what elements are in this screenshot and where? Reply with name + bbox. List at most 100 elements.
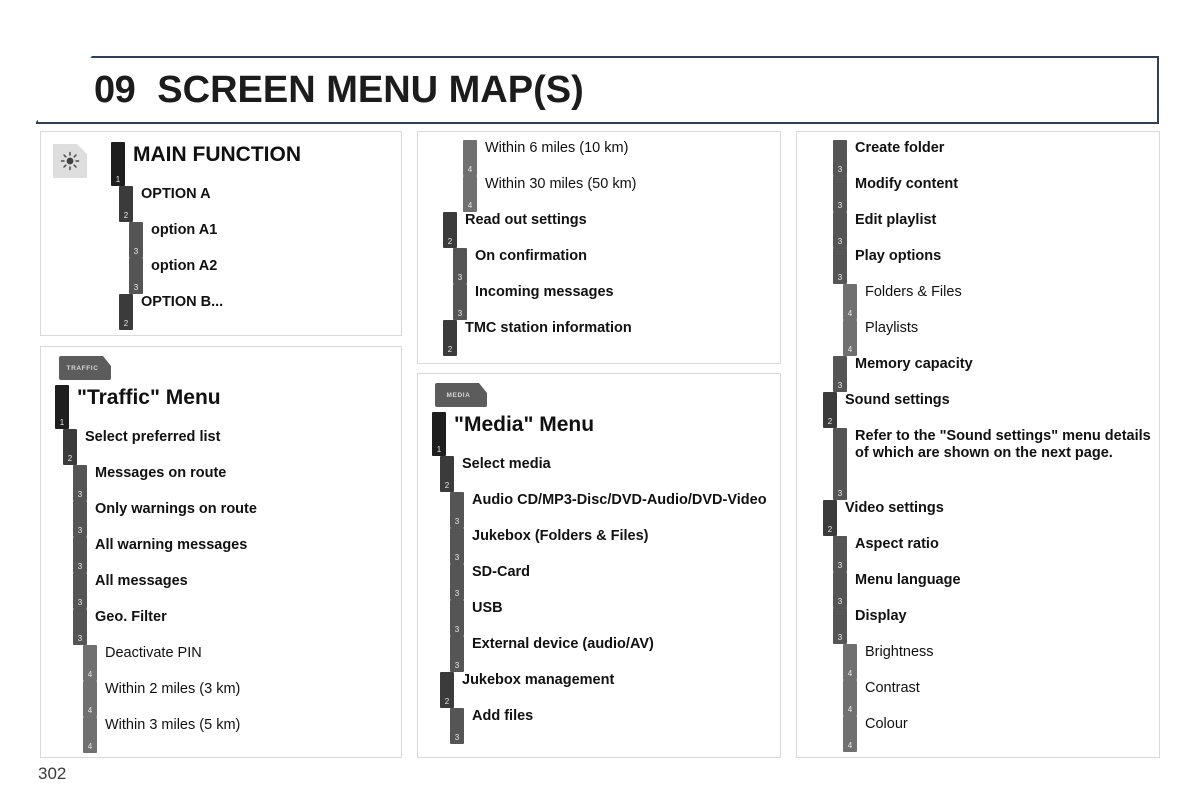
chapter-number: 09 — [94, 68, 136, 111]
manual-page: 09 SCREEN MENU MAP(S) 1 MAIN FUNCTION 2 … — [0, 0, 1200, 800]
level-number: 2 — [827, 525, 833, 534]
menu-item-label: Within 2 miles (3 km) — [105, 681, 241, 697]
level-indicator-bar: 3 — [833, 536, 847, 572]
menu-item-level-2: 2 Read out settings — [443, 212, 775, 248]
menu-item-level-3: 3 All messages — [73, 573, 395, 609]
level-number: 4 — [87, 670, 93, 679]
level-indicator-bar: 1 — [111, 142, 125, 186]
level-number: 3 — [77, 490, 83, 499]
menu-item-label: All warning messages — [95, 537, 248, 553]
level-indicator-bar: 3 — [73, 537, 87, 573]
level-number: 3 — [77, 526, 83, 535]
level-indicator-bar: 3 — [450, 600, 464, 636]
menu-item-level-3: 3 External device (audio/AV) — [450, 636, 778, 672]
level-number: 3 — [457, 273, 463, 282]
menu-item-label: Within 6 miles (10 km) — [485, 140, 629, 156]
menu-item-level-2: 2 Jukebox management — [440, 672, 778, 708]
menu-item-label: Video settings — [845, 500, 944, 516]
menu-item-level-3: 3 Incoming messages — [453, 284, 775, 320]
level-number: 3 — [77, 634, 83, 643]
level-number: 3 — [837, 165, 843, 174]
page-header: 09 SCREEN MENU MAP(S) — [36, 56, 1159, 124]
menu-item-label: Menu language — [855, 572, 961, 588]
level-number: 3 — [133, 283, 139, 292]
level-indicator-bar: 4 — [463, 140, 477, 176]
menu-item-level-3: 3 Menu language — [833, 572, 1159, 608]
menu-item-label: Display — [855, 608, 907, 624]
level-indicator-bar: 3 — [833, 176, 847, 212]
level-number: 3 — [454, 733, 460, 742]
menu-item-level-2: 2 OPTION A — [119, 186, 401, 222]
level-indicator-bar: 2 — [119, 294, 133, 330]
level-indicator-bar: 2 — [119, 186, 133, 222]
level-number: 3 — [454, 661, 460, 670]
level-indicator-bar: 3 — [833, 356, 847, 392]
menu-item-level-3: 3 USB — [450, 600, 778, 636]
menu-list-media-continued: 3 Create folder 3 Modify content 3 Edit playl… — [815, 140, 1159, 752]
menu-item-level-2: 2 Video settings — [823, 500, 1159, 536]
menu-list-media: 1 "Media" Menu 2 Select media 3 Audio CD/MP3-… — [432, 412, 778, 744]
menu-item-label: Folders & Files — [865, 284, 962, 300]
page-number: 302 — [38, 764, 67, 783]
level-number: 1 — [115, 175, 121, 184]
level-number: 3 — [837, 489, 843, 498]
level-indicator-bar: 3 — [73, 465, 87, 501]
menu-item-label: Play options — [855, 248, 942, 264]
level-number: 3 — [837, 381, 843, 390]
level-number: 3 — [837, 561, 843, 570]
level-number: 3 — [454, 625, 460, 634]
menu-item-label: Memory capacity — [855, 356, 973, 372]
menu-item-level-2: 2 TMC station information — [443, 320, 775, 356]
page-title: SCREEN MENU MAP(S) — [157, 68, 584, 111]
level-number: 4 — [847, 705, 853, 714]
level-indicator-bar: 3 — [129, 222, 143, 258]
menu-item-level-4: 4 Within 3 miles (5 km) — [83, 717, 395, 753]
level-indicator-bar: 4 — [843, 644, 857, 680]
menu-list-main-function: 1 MAIN FUNCTION 2 OPTION A 3 option A1 3 option… — [111, 142, 401, 330]
menu-item-label: option A1 — [151, 222, 218, 238]
menu-item-label: "Traffic" Menu — [77, 386, 221, 409]
menu-item-label: All messages — [95, 573, 188, 589]
menu-item-label: Playlists — [865, 320, 919, 336]
level-indicator-bar: 4 — [83, 645, 97, 681]
menu-item-level-3: 3 Play options — [833, 248, 1159, 284]
level-indicator-bar: 3 — [833, 428, 847, 500]
menu-item-label: Audio CD/MP3-Disc/DVD-Audio/DVD-Video — [472, 492, 767, 508]
menu-item-level-1: 1 MAIN FUNCTION — [111, 142, 401, 186]
menu-item-level-4: 4 Folders & Files — [843, 284, 1159, 320]
menu-item-level-3: 3 Create folder — [833, 140, 1159, 176]
level-number: 3 — [837, 597, 843, 606]
menu-item-label: Select preferred list — [85, 429, 221, 445]
level-indicator-bar: 4 — [843, 320, 857, 356]
panel-traffic-menu: TRAFFIC 1 "Traffic" Menu 2 Select preferred… — [40, 346, 402, 758]
level-number: 2 — [67, 454, 73, 463]
menu-item-level-3: 3 SD-Card — [450, 564, 778, 600]
menu-item-level-1: 1 "Media" Menu — [432, 412, 778, 456]
level-number: 2 — [444, 481, 450, 490]
level-indicator-bar: 3 — [450, 708, 464, 744]
level-indicator-bar: 3 — [129, 258, 143, 294]
menu-item-level-3: 3 Display — [833, 608, 1159, 644]
menu-item-level-2: 2 Select preferred list — [63, 429, 395, 465]
level-indicator-bar: 2 — [823, 500, 837, 536]
menu-item-level-3: 3 Add files — [450, 708, 778, 744]
level-number: 1 — [59, 418, 65, 427]
level-indicator-bar: 4 — [83, 717, 97, 753]
menu-item-label: Colour — [865, 716, 908, 732]
level-number: 3 — [454, 517, 460, 526]
level-number: 4 — [847, 309, 853, 318]
level-indicator-bar: 1 — [55, 385, 69, 429]
menu-item-label: Select media — [462, 456, 551, 472]
level-indicator-bar: 2 — [443, 320, 457, 356]
level-number: 4 — [87, 706, 93, 715]
menu-item-level-3: 3 Messages on route — [73, 465, 395, 501]
level-indicator-bar: 1 — [432, 412, 446, 456]
menu-item-label: option A2 — [151, 258, 218, 274]
menu-item-level-4: 4 Colour — [843, 716, 1159, 752]
menu-item-label: Read out settings — [465, 212, 587, 228]
level-number: 3 — [837, 273, 843, 282]
level-number: 2 — [444, 697, 450, 706]
level-number: 3 — [837, 201, 843, 210]
menu-item-label: Geo. Filter — [95, 609, 167, 625]
menu-item-level-4: 4 Within 2 miles (3 km) — [83, 681, 395, 717]
